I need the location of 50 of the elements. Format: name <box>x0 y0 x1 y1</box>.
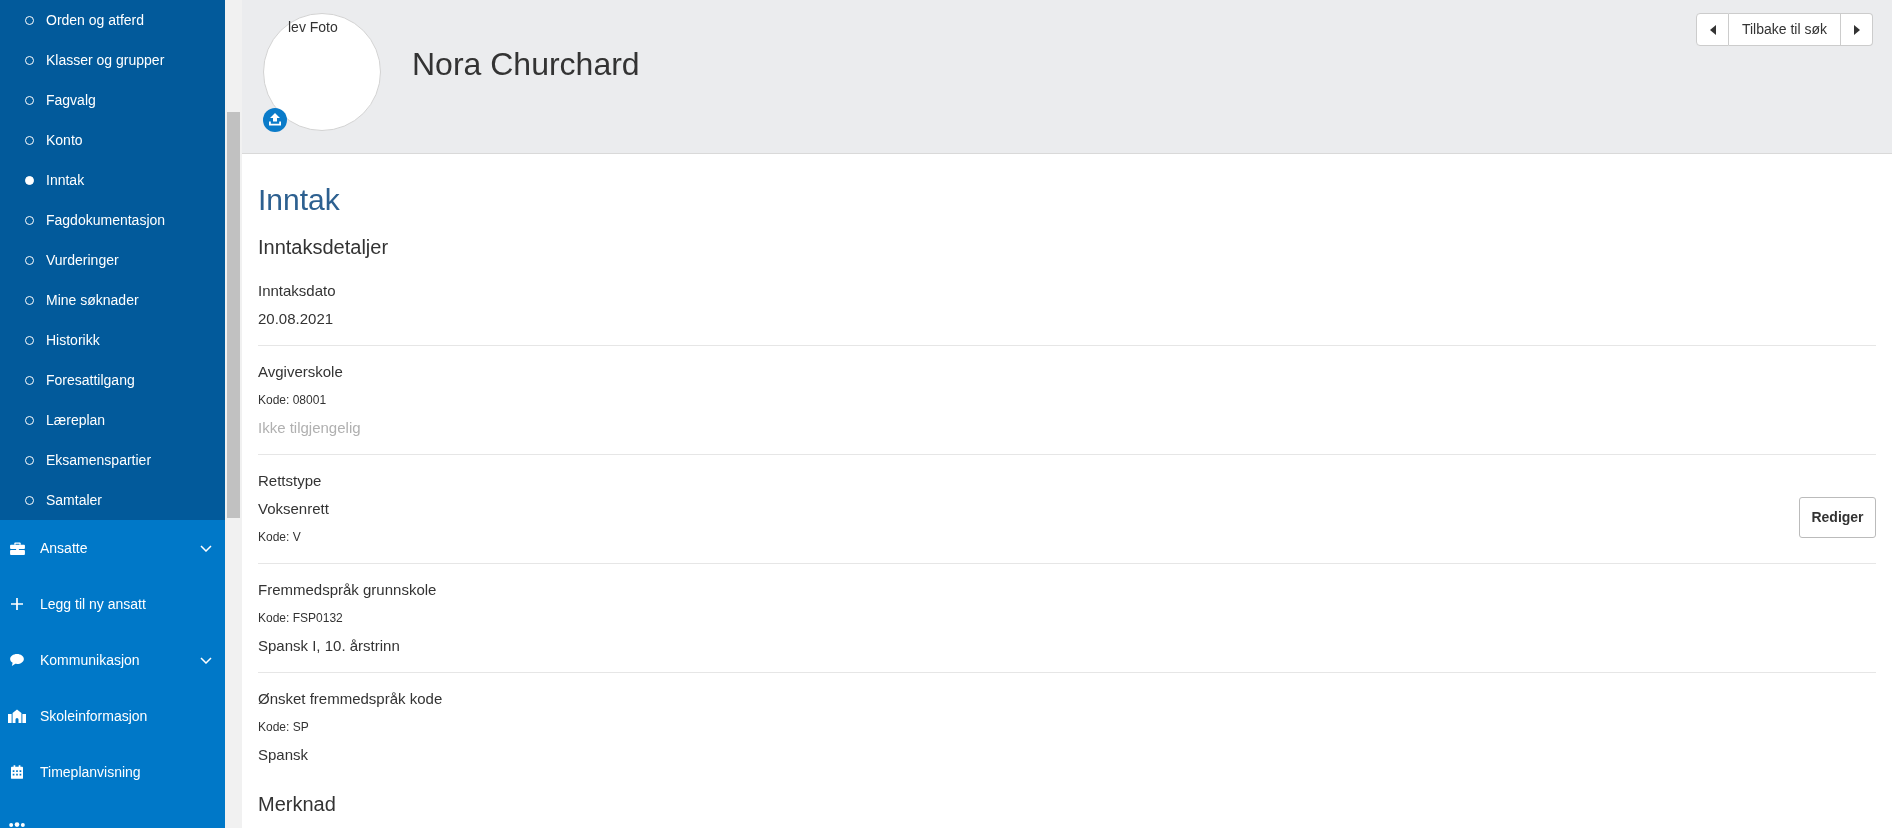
plus-icon <box>11 598 23 610</box>
previous-button[interactable] <box>1696 13 1729 46</box>
field-code: Kode: 08001 <box>258 392 327 409</box>
field-value: Ikke tilgjengelig <box>258 418 361 438</box>
sidebar-subitem[interactable]: Foresattilgang <box>0 360 225 400</box>
next-button[interactable] <box>1841 13 1873 46</box>
sidebar-subitem[interactable]: Inntak <box>0 160 225 200</box>
sidebar-subitem[interactable]: Orden og atferd <box>0 0 225 40</box>
sidebar-subitem[interactable]: Klasser og grupper <box>0 40 225 80</box>
sidebar-item[interactable]: Kommunikasjon <box>0 632 225 688</box>
field-label: Inntaksdato <box>258 281 336 301</box>
sidebar-subitem[interactable]: Historikk <box>0 320 225 360</box>
edit-button[interactable]: Rediger <box>1799 496 1876 538</box>
page-title: Inntak <box>258 182 340 218</box>
sidebar-subitem[interactable]: Læreplan <box>0 400 225 440</box>
photo-alt-text: lev Foto <box>288 18 338 37</box>
back-to-search-button[interactable]: Tilbake til søk <box>1729 13 1841 46</box>
school-building-icon <box>8 709 26 723</box>
sidebar-subitem[interactable]: Samtaler <box>0 480 225 520</box>
field-label: Ønsket fremmedspråk kode <box>258 689 443 709</box>
section-heading: Inntaksdetaljer <box>258 235 389 260</box>
field-value: Voksenrett <box>258 499 329 519</box>
student-name: Nora Churchard <box>412 45 640 84</box>
field-code: Kode: SP <box>258 719 309 736</box>
chat-bubble-icon <box>10 654 24 666</box>
sidebar-subitem[interactable]: Konto <box>0 120 225 160</box>
scrollbar-thumb[interactable] <box>227 112 240 518</box>
field-value: 20.08.2021 <box>258 309 334 329</box>
sidebar-item[interactable]: Timeplanvisning <box>0 744 225 800</box>
field-label: Avgiverskole <box>258 362 343 382</box>
field-value: Spansk <box>258 745 309 765</box>
caret-left-icon <box>1709 24 1716 35</box>
field-code: Kode: FSP0132 <box>258 610 343 627</box>
sidebar-subitem[interactable]: Mine søknader <box>0 280 225 320</box>
field-label: Fremmedspråk grunnskole <box>258 580 437 600</box>
sidebar-subitem[interactable]: Fagdokumentasjon <box>0 200 225 240</box>
sidebar-item[interactable]: Skoleinformasjon <box>0 688 225 744</box>
caret-right-icon <box>1853 24 1860 35</box>
upload-icon[interactable] <box>263 108 287 132</box>
field-label: Rettstype <box>258 471 322 491</box>
sidebar-item[interactable]: Legg til ny ansatt <box>0 576 225 632</box>
sidebar-subitem[interactable]: Vurderinger <box>0 240 225 280</box>
briefcase-icon <box>9 541 25 555</box>
calendar-icon <box>11 765 23 779</box>
field-value: Spansk I, 10. årstrinn <box>258 636 400 656</box>
sidebar-subitem[interactable]: Eksamenspartier <box>0 440 225 480</box>
section-heading: Merknad <box>258 792 336 817</box>
sidebar-subitem[interactable]: Fagvalg <box>0 80 225 120</box>
sidebar-item[interactable]: Ansatte <box>0 520 225 576</box>
field-code: Kode: V <box>258 529 301 546</box>
